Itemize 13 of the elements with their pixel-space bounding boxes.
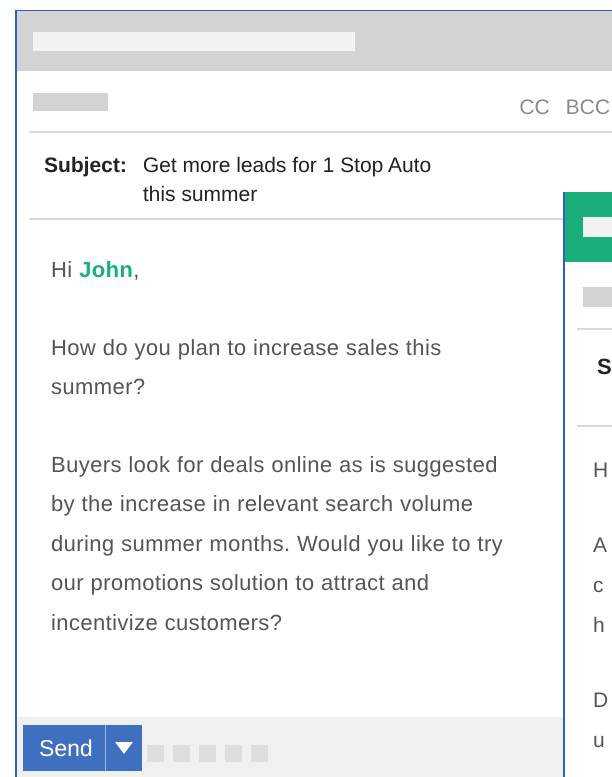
cc-link[interactable]: CC [519,97,550,118]
body-paragraph: D u [593,688,610,754]
body-paragraph: H [593,458,610,484]
caret-icon [114,742,133,754]
body-paragraph: Buyers look for deals online as is suggested by the increase in relevant search volume during summer months. Would you like to try our promotions solution to attract and incentivize customers? [51,450,504,636]
subject-label: Subject: [44,153,127,179]
greeting-text: Hi John, [51,256,141,284]
subject-label: S [597,354,612,379]
bcc-link[interactable]: BCC [566,97,610,118]
send-button[interactable]: Send [23,725,106,771]
body-paragraph: How do you plan to increase sales this summer? [51,334,443,401]
body-paragraph: A c h [593,533,608,639]
subject-text: Get more leads for 1 Stop Auto this summer [142,153,432,208]
